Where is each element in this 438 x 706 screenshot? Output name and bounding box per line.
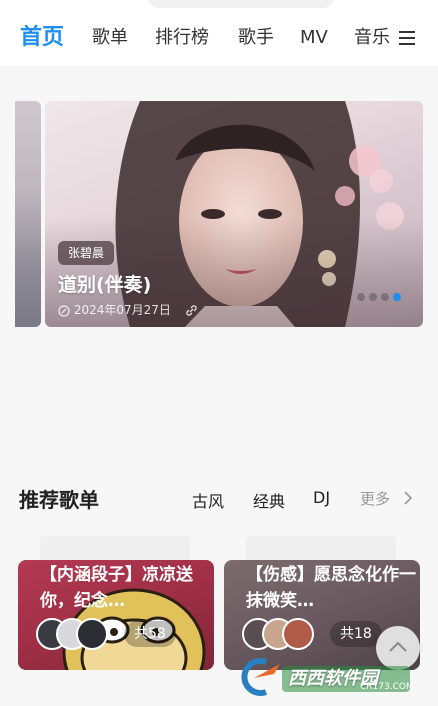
carousel-dot[interactable]: [393, 293, 401, 301]
playlist-title: 【内涵段子】凉凉送你，纪念…: [40, 565, 193, 611]
tab-music[interactable]: 音乐: [354, 22, 390, 54]
release-date: 2024年07月27日: [73, 303, 171, 317]
search-bar-edge[interactable]: [148, 0, 334, 8]
tab-singers[interactable]: 歌手: [238, 22, 274, 54]
playlist-card[interactable]: 【内涵段子】凉凉送你，纪念… 共58: [18, 560, 214, 670]
carousel-dot[interactable]: [381, 293, 389, 301]
song-count: 共58: [124, 621, 176, 647]
watermark-site: CR173.COM: [360, 682, 414, 692]
avatar: [282, 618, 314, 650]
carousel-dot[interactable]: [357, 293, 365, 301]
artist-tag[interactable]: 张碧晨: [58, 241, 115, 265]
category-classic[interactable]: 经典: [253, 488, 285, 512]
link-icon[interactable]: [185, 304, 198, 317]
more-link[interactable]: 更多: [360, 488, 390, 509]
song-title[interactable]: 道别(伴奏): [58, 270, 151, 297]
avatar: [76, 618, 108, 650]
song-count: 共18: [330, 621, 382, 647]
clock-icon: [58, 304, 70, 317]
hamburger-menu-icon[interactable]: [396, 27, 418, 49]
category-nav: 首页 歌单 排行榜 歌手 MV 音乐: [0, 22, 392, 56]
section-title: 推荐歌单: [19, 488, 99, 512]
category-dj[interactable]: DJ: [313, 488, 330, 507]
carousel-dot[interactable]: [369, 293, 377, 301]
playlist-title: 【伤感】愿思念化作一抹微笑…: [246, 565, 416, 611]
chevron-right-icon[interactable]: [403, 491, 413, 505]
tab-mv[interactable]: MV: [300, 22, 328, 54]
previous-banner-peek[interactable]: [15, 101, 41, 327]
category-gufeng[interactable]: 古风: [192, 488, 224, 512]
song-date-row: 2024年07月27日: [58, 301, 198, 319]
tab-playlists[interactable]: 歌单: [92, 22, 128, 54]
top-bar: 首页 歌单 排行榜 歌手 MV 音乐: [0, 0, 438, 66]
tab-charts[interactable]: 排行榜: [155, 22, 209, 54]
tab-home[interactable]: 首页: [20, 22, 64, 54]
site-watermark: 西西软件园 CR173.COM: [236, 654, 420, 698]
